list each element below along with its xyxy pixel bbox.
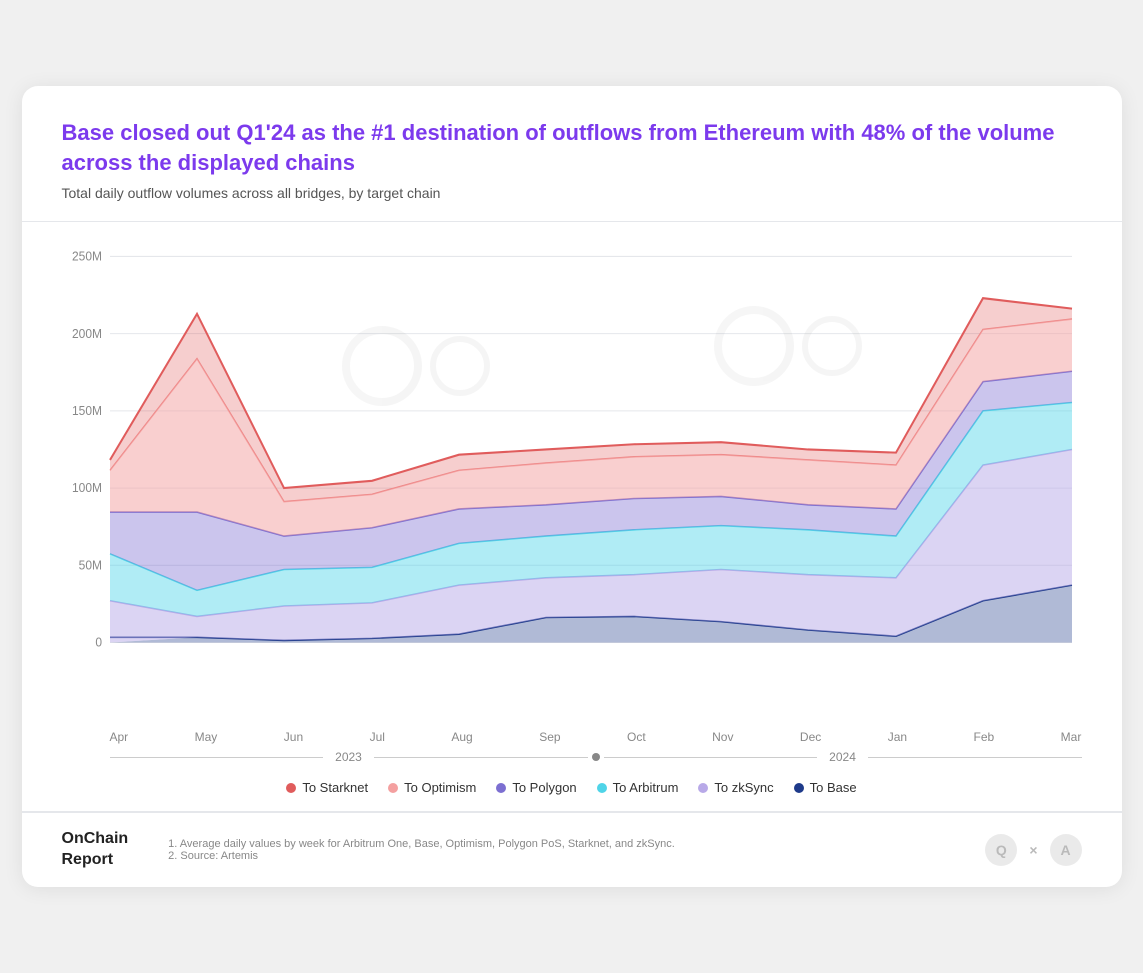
svg-text:250M: 250M <box>72 250 102 264</box>
legend-label-zksync: To zkSync <box>714 780 773 795</box>
legend-label-optimism: To Optimism <box>404 780 476 795</box>
card-header: Base closed out Q1'24 as the #1 destinat… <box>22 86 1122 221</box>
x-label-jun: Jun <box>284 730 303 744</box>
legend-dot-starknet <box>286 783 296 793</box>
svg-text:200M: 200M <box>72 327 102 341</box>
legend-dot-zksync <box>698 783 708 793</box>
year-divider-dot <box>592 753 600 761</box>
x-label-nov: Nov <box>712 730 733 744</box>
svg-text:0: 0 <box>95 636 102 650</box>
year-line-mid <box>374 757 588 758</box>
logo-a: A <box>1050 834 1082 866</box>
footer-notes: 1. Average daily values by week for Arbi… <box>128 838 985 862</box>
x-label-feb: Feb <box>974 730 995 744</box>
footer-note-1: 1. Average daily values by week for Arbi… <box>168 838 945 850</box>
svg-text:150M: 150M <box>72 404 102 418</box>
legend-label-base: To Base <box>810 780 857 795</box>
footer-note-2: 2. Source: Artemis <box>168 850 945 862</box>
legend-zksync: To zkSync <box>698 780 773 795</box>
logo-q: Q <box>985 834 1017 866</box>
year-2024-label: 2024 <box>817 750 868 764</box>
legend-optimism: To Optimism <box>388 780 476 795</box>
x-label-aug: Aug <box>451 730 472 744</box>
x-label-apr: Apr <box>110 730 129 744</box>
svg-text:100M: 100M <box>72 481 102 495</box>
legend-label-arbitrum: To Arbitrum <box>613 780 679 795</box>
footer-logos: Q × A <box>985 834 1081 866</box>
x-axis-labels: Apr May Jun Jul Aug Sep Oct Nov Dec Jan … <box>62 730 1082 744</box>
legend-polygon: To Polygon <box>496 780 576 795</box>
chart-legend: To Starknet To Optimism To Polygon To Ar… <box>22 764 1122 811</box>
year-labels-row: 2023 2024 <box>62 750 1082 764</box>
legend-label-starknet: To Starknet <box>302 780 368 795</box>
legend-dot-optimism <box>388 783 398 793</box>
legend-dot-polygon <box>496 783 506 793</box>
brand-name: OnChainReport <box>62 829 129 871</box>
x-label-dec: Dec <box>800 730 821 744</box>
main-card: Base closed out Q1'24 as the #1 destinat… <box>22 86 1122 887</box>
legend-dot-arbitrum <box>597 783 607 793</box>
x-label-jul: Jul <box>370 730 385 744</box>
legend-starknet: To Starknet <box>286 780 368 795</box>
year-2023-label: 2023 <box>323 750 374 764</box>
chart-subtitle: Total daily outflow volumes across all b… <box>62 185 1082 201</box>
year-line-left <box>110 757 324 758</box>
legend-label-polygon: To Polygon <box>512 780 576 795</box>
x-label-jan: Jan <box>888 730 907 744</box>
year-line-right2 <box>604 757 818 758</box>
legend-dot-base <box>794 783 804 793</box>
year-line-end <box>868 757 1082 758</box>
x-label-oct: Oct <box>627 730 646 744</box>
legend-base: To Base <box>794 780 857 795</box>
chart-container: 250M 200M 150M 100M 50M 0 <box>62 246 1082 726</box>
logo-x: × <box>1029 842 1037 858</box>
chart-svg: 250M 200M 150M 100M 50M 0 <box>62 246 1082 726</box>
chart-area: 250M 200M 150M 100M 50M 0 <box>22 222 1122 764</box>
legend-arbitrum: To Arbitrum <box>597 780 679 795</box>
card-footer: OnChainReport 1. Average daily values by… <box>22 812 1122 887</box>
x-label-may: May <box>195 730 218 744</box>
x-label-mar: Mar <box>1061 730 1082 744</box>
svg-text:50M: 50M <box>78 559 101 573</box>
x-label-sep: Sep <box>539 730 560 744</box>
chart-title: Base closed out Q1'24 as the #1 destinat… <box>62 118 1082 177</box>
